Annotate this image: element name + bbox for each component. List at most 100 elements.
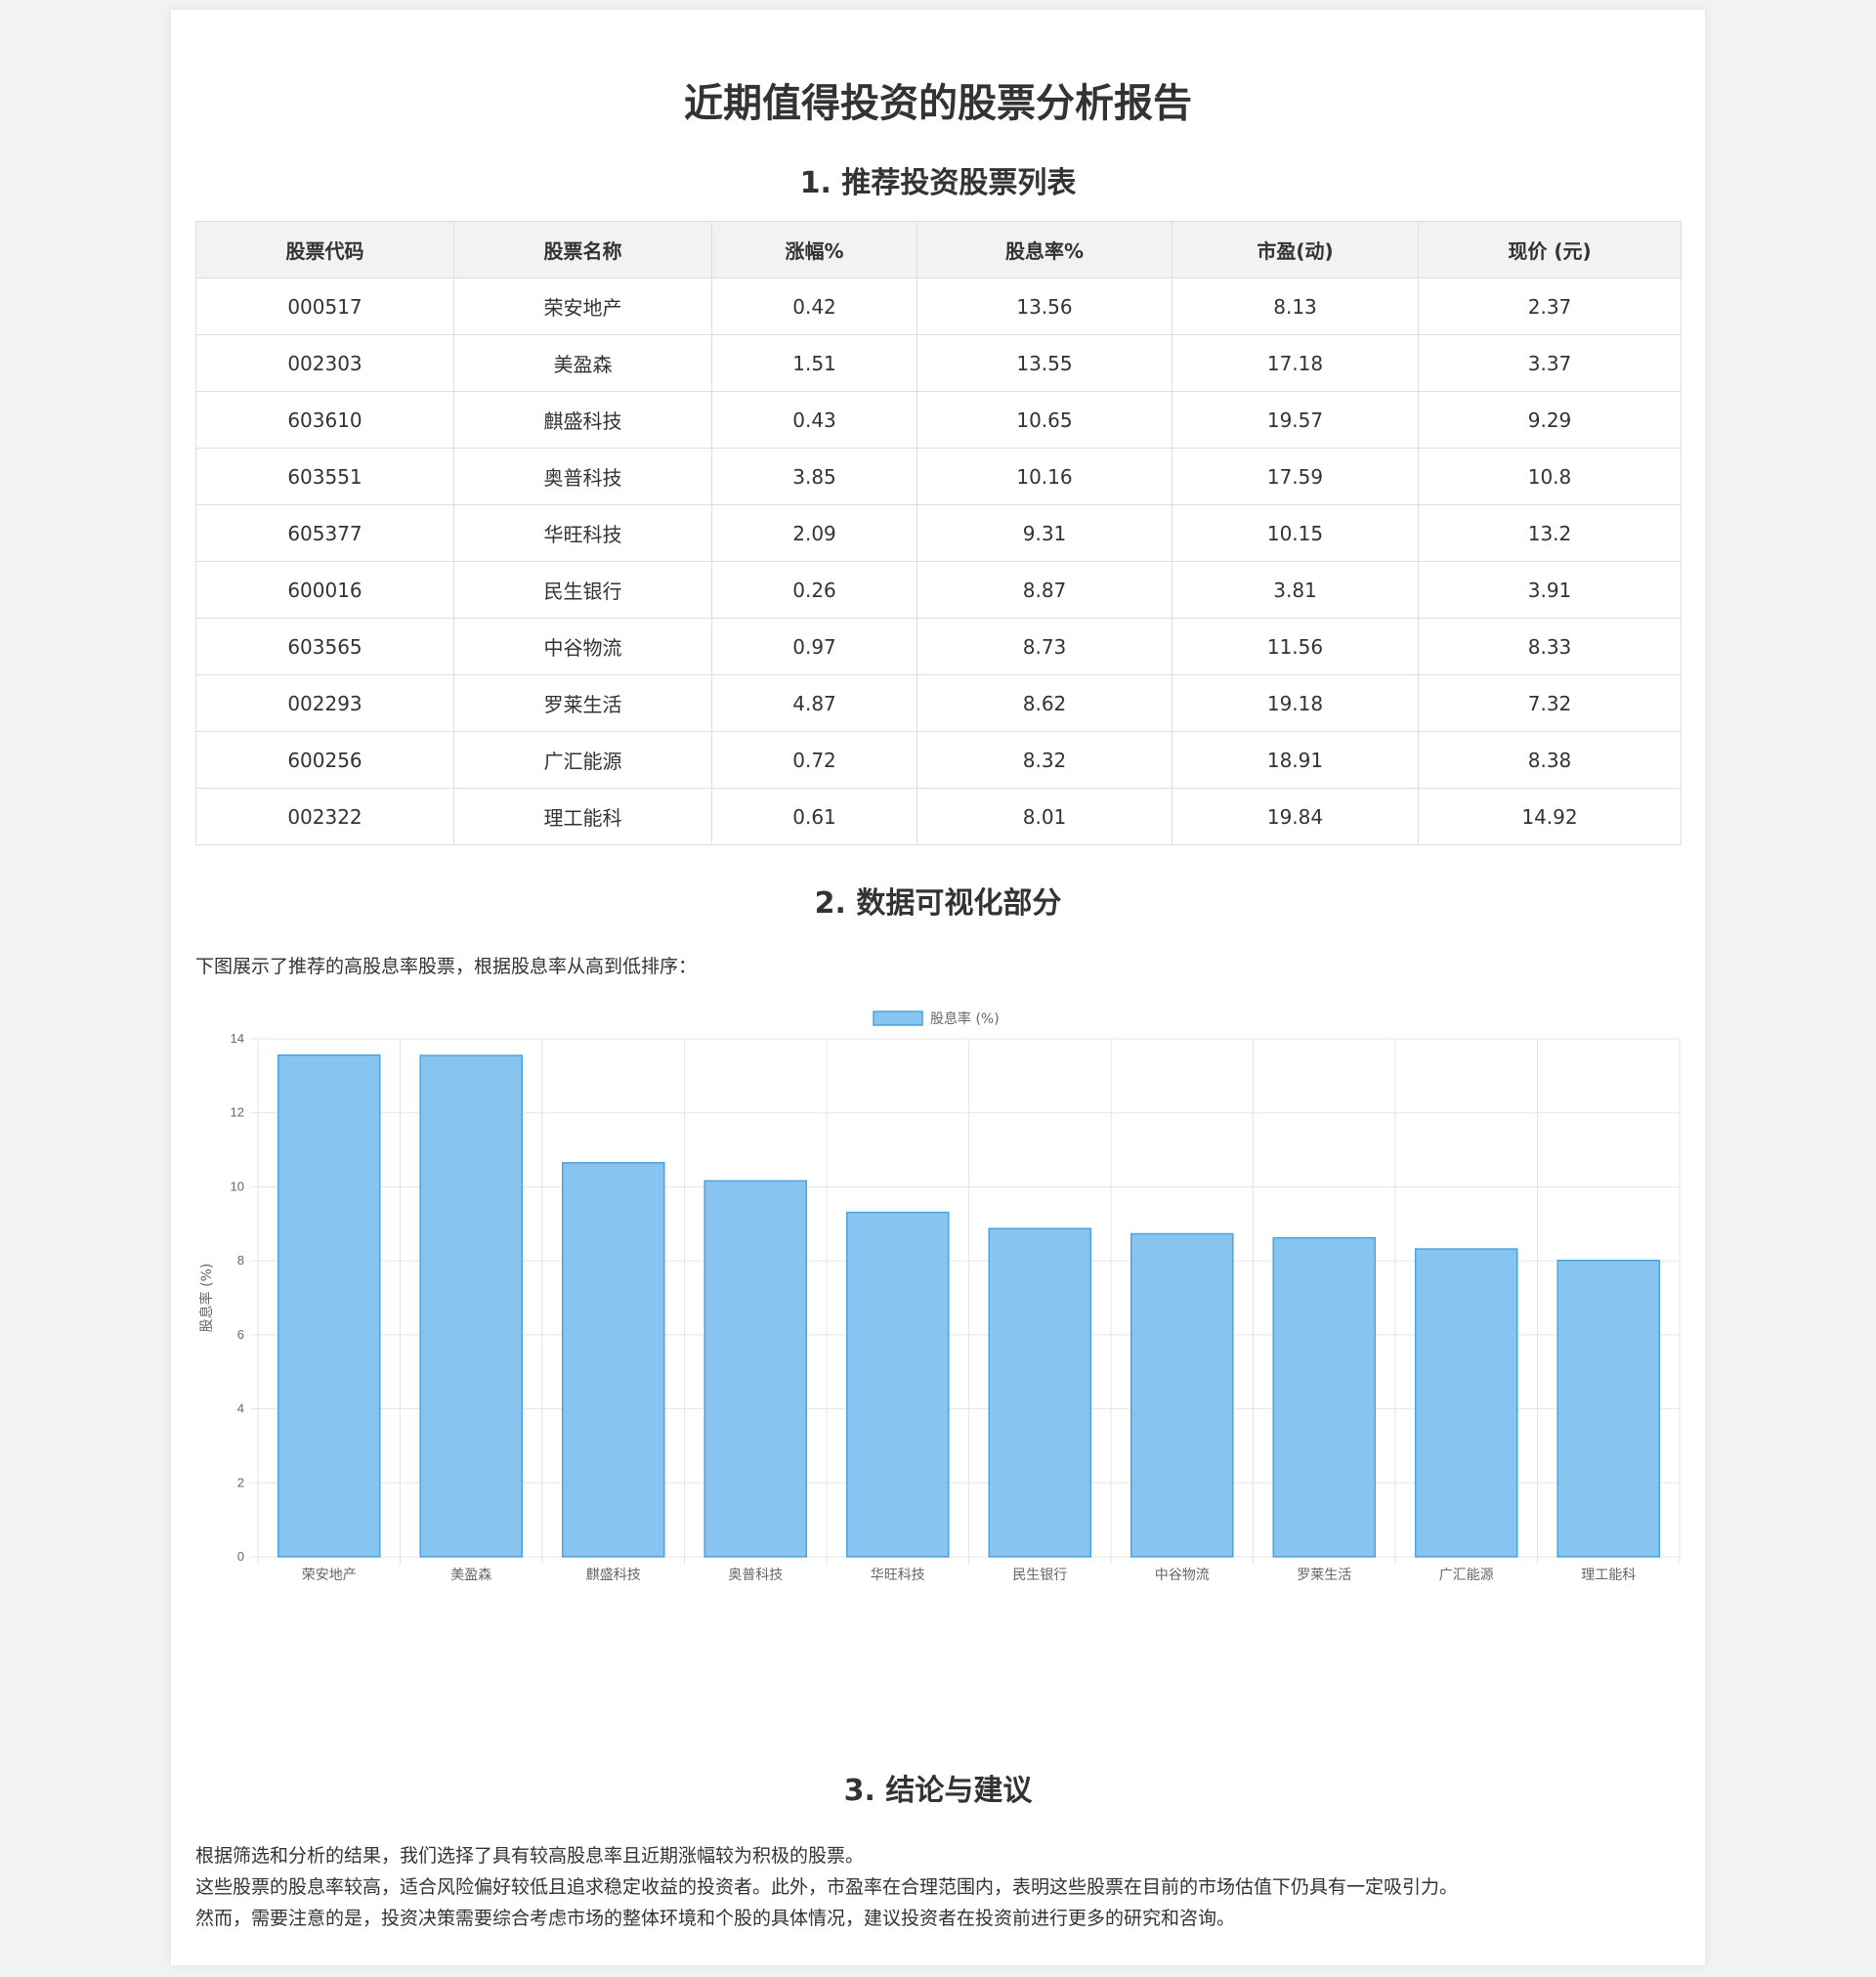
stock-table-body: 000517 荣安地产 0.42 13.56 8.13 2.37 002303 美盈森 1.51…	[195, 278, 1682, 845]
y-tick-label: 10	[231, 1179, 244, 1193]
report-card: 近期值得投资的股票分析报告 1. 推荐投资股票列表 股票代码 股票名称 涨幅% …	[171, 10, 1705, 1965]
y-tick-label: 4	[237, 1401, 244, 1416]
table-cell: 民生银行	[453, 561, 712, 619]
legend-label: 股息率 (%)	[930, 1010, 1000, 1027]
column-header: 现价 (元)	[1418, 221, 1682, 279]
table-cell: 3.81	[1172, 561, 1419, 619]
table-row: 603610 麒盛科技 0.43 10.65 19.57 9.29	[195, 391, 1682, 449]
table-cell: 11.56	[1172, 618, 1419, 675]
dividend-chart: 0 2 4 6 8 10 12 14 荣安地产 美盈森 麒盛科技 奥普科技 华旺科技 民生银行 中谷物流 罗莱…	[195, 1002, 1681, 1740]
x-tick-label: 荣安地产	[302, 1568, 357, 1583]
table-cell: 603610	[195, 391, 454, 449]
table-cell: 8.33	[1418, 618, 1682, 675]
table-row: 603565 中谷物流 0.97 8.73 11.56 8.33	[195, 618, 1682, 675]
conclusion-line: 然而，需要注意的是，投资决策需要综合考虑市场的整体环境和个股的具体情况，建议投资…	[195, 1908, 1236, 1929]
table-cell: 荣安地产	[453, 278, 712, 335]
table-cell: 1.51	[711, 334, 917, 392]
page-title: 近期值得投资的股票分析报告	[684, 81, 1192, 126]
table-cell: 2.09	[711, 504, 917, 562]
table-cell: 10.8	[1418, 448, 1682, 505]
table-cell: 600256	[195, 731, 454, 789]
bar-华旺科技	[845, 1211, 950, 1558]
column-header: 市盈(动)	[1172, 221, 1419, 279]
bar-中谷物流	[1130, 1232, 1234, 1558]
x-tick-label: 理工能科	[1581, 1568, 1636, 1583]
table-cell: 17.59	[1172, 448, 1419, 505]
table-row: 000517 荣安地产 0.42 13.56 8.13 2.37	[195, 278, 1682, 335]
table-cell: 8.87	[917, 561, 1172, 619]
x-tick-label: 中谷物流	[1155, 1568, 1210, 1583]
table-cell: 2.37	[1418, 278, 1682, 335]
table-cell: 19.57	[1172, 391, 1419, 449]
table-cell: 605377	[195, 504, 454, 562]
x-tick-label: 奥普科技	[728, 1567, 783, 1583]
table-row: 002303 美盈森 1.51 13.55 17.18 3.37	[195, 334, 1682, 392]
table-row: 600016 民生银行 0.26 8.87 3.81 3.91	[195, 561, 1682, 619]
section-heading-visualization: 2. 数据可视化部分	[814, 886, 1062, 921]
conclusion-text: 根据筛选和分析的结果，我们选择了具有较高股息率且近期涨幅较为积极的股票。 这些股…	[195, 1840, 1681, 1934]
bar-民生银行	[988, 1227, 1092, 1558]
table-cell: 603565	[195, 618, 454, 675]
x-tick-label: 广汇能源	[1439, 1568, 1494, 1583]
table-cell: 13.2	[1418, 504, 1682, 562]
table-cell: 603551	[195, 448, 454, 505]
conclusion-line: 这些股票的股息率较高，适合风险偏好较低且追求稳定收益的投资者。此外，市盈率在合理…	[195, 1876, 1459, 1898]
y-tick-label: 12	[231, 1105, 244, 1120]
y-tick-label: 6	[237, 1327, 244, 1342]
section-heading-conclusion: 3. 结论与建议	[843, 1774, 1033, 1808]
table-cell: 002303	[195, 334, 454, 392]
table-cell: 奥普科技	[453, 448, 712, 505]
table-cell: 0.72	[711, 731, 917, 789]
x-tick-label: 美盈森	[450, 1568, 491, 1583]
table-cell: 3.85	[711, 448, 917, 505]
table-cell: 9.31	[917, 504, 1172, 562]
column-header: 涨幅%	[711, 221, 917, 279]
table-cell: 中谷物流	[453, 618, 712, 675]
table-cell: 理工能科	[453, 788, 712, 845]
y-tick-label: 8	[237, 1253, 244, 1268]
table-cell: 0.97	[711, 618, 917, 675]
table-row: 002322 理工能科 0.61 8.01 19.84 14.92	[195, 788, 1682, 845]
table-cell: 13.56	[917, 278, 1172, 335]
table-cell: 10.15	[1172, 504, 1419, 562]
table-cell: 广汇能源	[453, 731, 712, 789]
x-tick-label: 罗莱生活	[1297, 1568, 1351, 1583]
x-tick-label: 民生银行	[1012, 1568, 1067, 1583]
table-cell: 8.13	[1172, 278, 1419, 335]
bar-荣安地产	[277, 1053, 381, 1558]
table-cell: 0.43	[711, 391, 917, 449]
table-cell: 19.84	[1172, 788, 1419, 845]
x-tick-label: 华旺科技	[871, 1568, 925, 1583]
table-cell: 美盈森	[453, 334, 712, 392]
table-cell: 0.42	[711, 278, 917, 335]
table-cell: 0.26	[711, 561, 917, 619]
table-cell: 华旺科技	[453, 504, 712, 562]
table-cell: 10.16	[917, 448, 1172, 505]
table-row: 002293 罗莱生活 4.87 8.62 19.18 7.32	[195, 674, 1682, 732]
table-cell: 8.62	[917, 674, 1172, 732]
table-cell: 13.55	[917, 334, 1172, 392]
bar-理工能科	[1556, 1260, 1661, 1558]
table-cell: 4.87	[711, 674, 917, 732]
table-cell: 罗莱生活	[453, 674, 712, 732]
conclusion-line: 根据筛选和分析的结果，我们选择了具有较高股息率且近期涨幅较为积极的股票。	[195, 1845, 865, 1867]
table-cell: 000517	[195, 278, 454, 335]
y-tick-label: 2	[237, 1475, 244, 1489]
column-header: 股息率%	[917, 221, 1172, 279]
table-cell: 8.73	[917, 618, 1172, 675]
column-header: 股票名称	[453, 221, 712, 279]
legend-swatch	[873, 1010, 923, 1026]
table-row: 605377 华旺科技 2.09 9.31 10.15 13.2	[195, 504, 1682, 562]
table-cell: 3.91	[1418, 561, 1682, 619]
table-header-row: 股票代码 股票名称 涨幅% 股息率% 市盈(动) 现价 (元)	[195, 221, 1682, 279]
section-heading-stock-list: 1. 推荐投资股票列表	[799, 166, 1077, 200]
column-header: 股票代码	[195, 221, 454, 279]
stock-table: 股票代码 股票名称 涨幅% 股息率% 市盈(动) 现价 (元) 000517 荣安…	[195, 221, 1682, 845]
dividend-bar-chart: 0 2 4 6 8 10 12 14 荣安地产 美盈森 麒盛科技 奥普科技 华旺科技 民生银行 中谷物流 罗莱…	[198, 1010, 1681, 1583]
table-cell: 19.18	[1172, 674, 1419, 732]
table-row: 603551 奥普科技 3.85 10.16 17.59 10.8	[195, 448, 1682, 505]
table-cell: 10.65	[917, 391, 1172, 449]
table-cell: 麒盛科技	[453, 391, 712, 449]
table-cell: 14.92	[1418, 788, 1682, 845]
y-tick-label: 0	[237, 1549, 244, 1564]
